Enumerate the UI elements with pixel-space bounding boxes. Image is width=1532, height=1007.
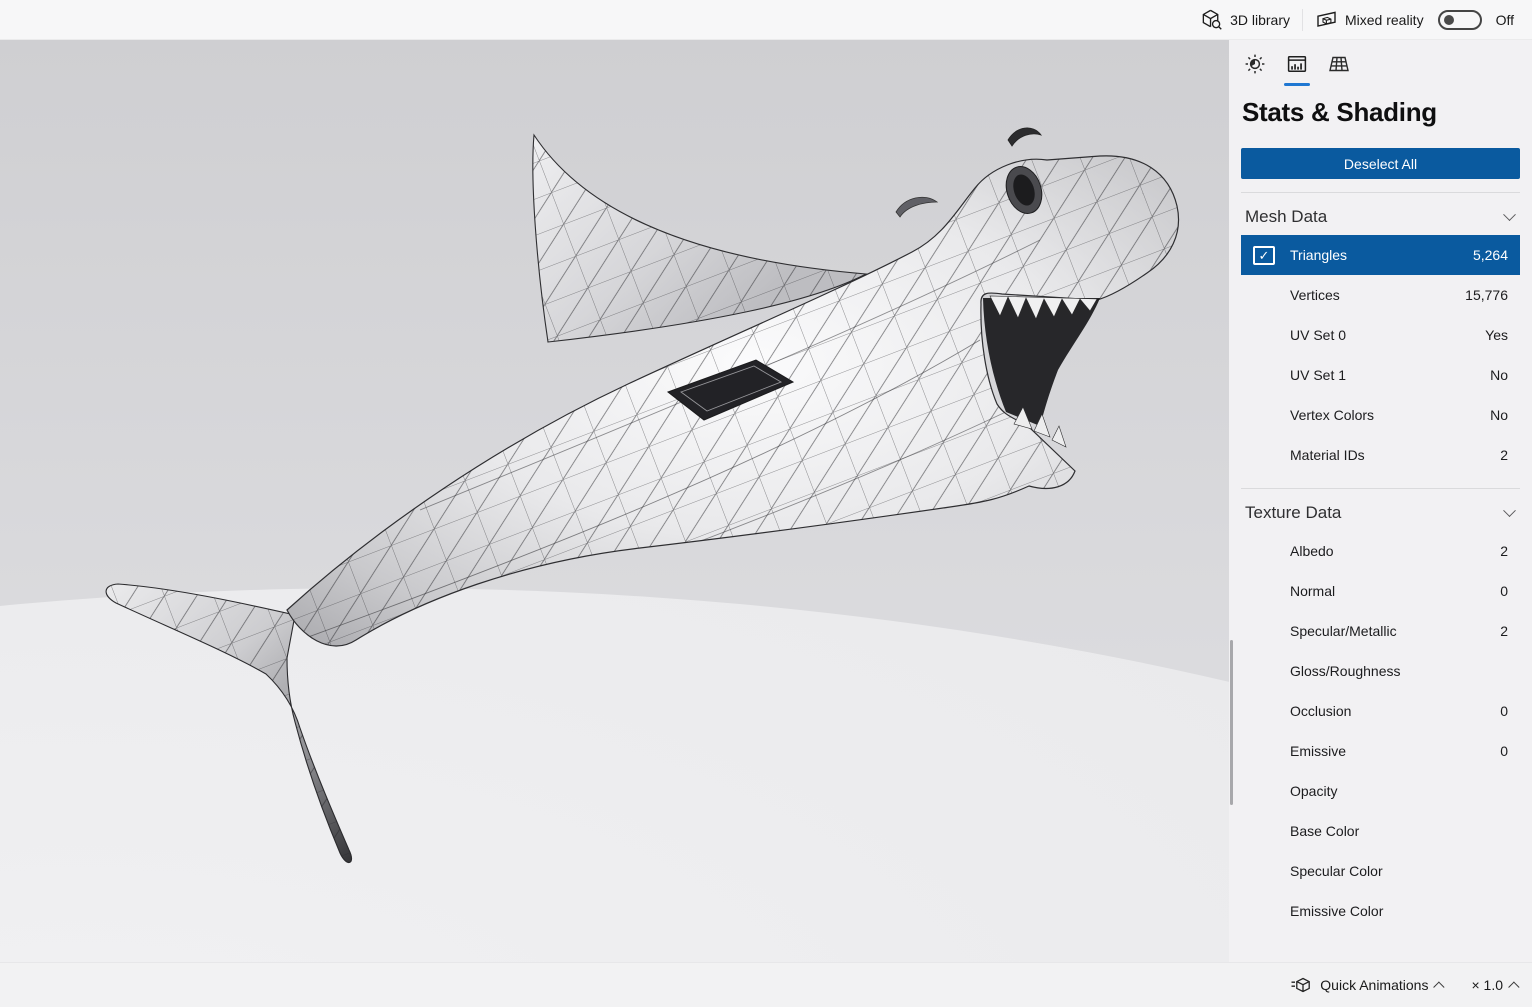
checkbox-placeholder [1253, 286, 1275, 305]
stat-label: UV Set 0 [1290, 327, 1347, 343]
stat-value: No [1490, 367, 1508, 383]
panel-sections: Mesh Data ✓ Triangles 5,264 Vertices 15,776 UV… [1241, 192, 1520, 931]
stat-row-uv-set-1[interactable]: UV Set 1 No [1241, 355, 1520, 395]
stat-label: Base Color [1290, 823, 1360, 839]
stat-label: Triangles [1290, 247, 1348, 263]
titlebar: 3D library Mixed reality Off [0, 0, 1532, 40]
quick-animations-button[interactable]: Quick Animations [1289, 975, 1446, 995]
stat-label: Vertices [1290, 287, 1340, 303]
stat-label: UV Set 1 [1290, 367, 1347, 383]
stat-row-emissive-color[interactable]: Emissive Color [1241, 891, 1520, 931]
mixed-reality-label: Mixed reality [1344, 11, 1424, 28]
stat-row-vertices[interactable]: Vertices 15,776 [1241, 275, 1520, 315]
stat-row-triangles[interactable]: ✓ Triangles 5,264 [1241, 235, 1520, 275]
checkbox-placeholder [1253, 366, 1275, 385]
stat-value: Yes [1485, 327, 1508, 343]
3d-library-label: 3D library [1230, 11, 1290, 28]
panel-scrollbar[interactable] [1230, 640, 1233, 805]
stat-row-gloss-roughness[interactable]: Gloss/Roughness [1241, 651, 1520, 691]
stat-row-albedo[interactable]: Albedo 2 [1241, 531, 1520, 571]
3d-viewer-app: 3D library Mixed reality Off Stats & Sha… [0, 0, 1532, 1007]
checkbox-placeholder [1253, 742, 1275, 761]
stat-label: Gloss/Roughness [1290, 663, 1401, 679]
mixed-reality-toggle[interactable] [1437, 9, 1482, 30]
quick-animations-label: Quick Animations [1320, 977, 1429, 993]
tab-environment[interactable] [1243, 52, 1267, 86]
animation-speed-button[interactable]: × 1.0 [1471, 977, 1520, 993]
bottombar: Quick Animations × 1.0 [0, 962, 1532, 1007]
stat-value: 0 [1500, 703, 1508, 719]
chevron-down-icon [1503, 503, 1516, 517]
stat-value: 2 [1500, 543, 1508, 559]
stat-row-material-ids[interactable]: Material IDs 2 [1241, 435, 1520, 475]
checkbox-placeholder [1253, 902, 1275, 921]
3d-library-button[interactable]: 3D library [1188, 8, 1302, 31]
panel-title: Stats & Shading [1242, 97, 1437, 127]
shark-wireframe-model [0, 40, 1229, 962]
section-header-mesh-data[interactable]: Mesh Data [1241, 193, 1520, 235]
stat-label: Vertex Colors [1290, 407, 1375, 423]
checkbox-placeholder [1253, 326, 1275, 345]
checkbox-placeholder [1253, 822, 1275, 841]
stat-value: 5,264 [1472, 247, 1508, 263]
stat-row-specular-color[interactable]: Specular Color [1241, 851, 1520, 891]
stat-row-base-color[interactable]: Base Color [1241, 811, 1520, 851]
deselect-all-button[interactable]: Deselect All [1241, 148, 1520, 179]
checkbox-placeholder [1253, 542, 1275, 561]
section-header-texture-data[interactable]: Texture Data [1241, 489, 1520, 531]
3d-library-icon [1202, 9, 1222, 30]
stat-label: Specular/Metallic [1290, 623, 1397, 639]
checkbox-placeholder [1253, 862, 1275, 881]
chevron-up-icon [1433, 981, 1446, 993]
stat-row-emissive[interactable]: Emissive 0 [1241, 731, 1520, 771]
mixed-reality-icon [1317, 11, 1336, 27]
stat-row-specular-metallic[interactable]: Specular/Metallic 2 [1241, 611, 1520, 651]
3d-viewport[interactable] [0, 40, 1229, 962]
checkbox-placeholder [1253, 702, 1275, 721]
toggle-state-label: Off [1495, 11, 1514, 28]
checkbox-placeholder [1253, 406, 1275, 425]
tab-stats-shading[interactable] [1284, 52, 1310, 86]
chevron-up-icon [1508, 981, 1520, 993]
checkbox-checked-icon[interactable]: ✓ [1253, 245, 1275, 265]
stat-label: Specular Color [1290, 863, 1383, 879]
section-label: Texture Data [1245, 503, 1342, 522]
tab-grid[interactable] [1327, 52, 1351, 86]
chevron-down-icon [1503, 207, 1516, 221]
stats-chart-icon [1287, 56, 1307, 72]
checkbox-placeholder [1253, 782, 1275, 801]
stat-label: Opacity [1290, 783, 1338, 799]
stat-value: 2 [1500, 623, 1508, 639]
stat-value: 15,776 [1465, 287, 1508, 303]
tab-indicator-selected [1284, 83, 1310, 86]
quick-animations-icon [1291, 977, 1311, 993]
stat-label: Emissive [1290, 743, 1347, 759]
stat-row-uv-set-0[interactable]: UV Set 0 Yes [1241, 315, 1520, 355]
stat-label: Normal [1290, 583, 1336, 599]
section-label: Mesh Data [1245, 207, 1328, 226]
toggle-knob [1443, 14, 1454, 25]
stat-label: Occlusion [1290, 703, 1352, 719]
checkbox-placeholder [1253, 582, 1275, 601]
checkbox-placeholder [1253, 662, 1275, 681]
stats-panel: Stats & Shading Deselect All Mesh Data ✓ T… [1229, 40, 1532, 962]
stat-value: 0 [1500, 583, 1508, 599]
stat-row-occlusion[interactable]: Occlusion 0 [1241, 691, 1520, 731]
checkbox-placeholder [1253, 622, 1275, 641]
stat-value: 0 [1500, 743, 1508, 759]
perspective-grid-icon [1329, 56, 1349, 72]
checkbox-placeholder [1253, 446, 1275, 465]
stat-label: Albedo [1290, 543, 1334, 559]
stat-row-vertex-colors[interactable]: Vertex Colors No [1241, 395, 1520, 435]
stat-row-normal[interactable]: Normal 0 [1241, 571, 1520, 611]
panel-tabs [1241, 40, 1520, 86]
stat-label: Emissive Color [1290, 903, 1384, 919]
mixed-reality-button[interactable]: Mixed reality [1303, 9, 1436, 30]
stat-value: No [1490, 407, 1508, 423]
stat-label: Material IDs [1290, 447, 1365, 463]
animation-speed-label: × 1.0 [1471, 977, 1503, 993]
stat-value: 2 [1500, 447, 1508, 463]
stat-row-opacity[interactable]: Opacity [1241, 771, 1520, 811]
sun-icon [1245, 54, 1265, 74]
